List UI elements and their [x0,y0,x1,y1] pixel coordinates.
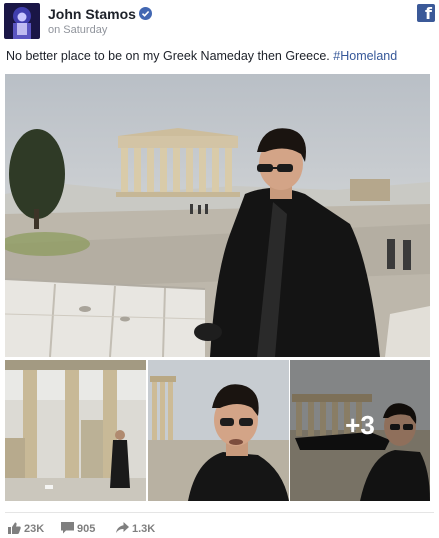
thumbnail-photo-1[interactable] [5,360,146,501]
hashtag-link[interactable]: #Homeland [333,49,397,63]
share-arrow-icon [116,522,129,533]
thumbnail-photo-3[interactable]: +3 [290,360,430,501]
shares-count: 1.3K [132,523,156,535]
post-timestamp[interactable]: on Saturday [48,24,107,36]
verified-badge-icon [139,7,152,20]
likes-count: 23K [24,523,45,535]
author-avatar[interactable] [4,3,40,39]
facebook-post-card: John Stamos on Saturday f No better plac… [0,0,439,538]
post-header: John Stamos on Saturday f [4,3,435,39]
footer-divider [5,512,434,513]
facebook-logo-icon[interactable]: f [417,4,435,23]
caption-text: No better place to be on my Greek Nameda… [6,49,334,63]
main-photo[interactable] [5,74,430,357]
post-caption: No better place to be on my Greek Nameda… [6,49,434,63]
thumbnail-photo-2[interactable] [148,360,289,501]
comment-icon [61,522,74,534]
thumbs-up-icon [8,522,21,534]
more-photos-count: +3 [345,410,375,440]
author-name[interactable]: John Stamos [48,6,136,22]
comments-count: 905 [77,523,96,535]
